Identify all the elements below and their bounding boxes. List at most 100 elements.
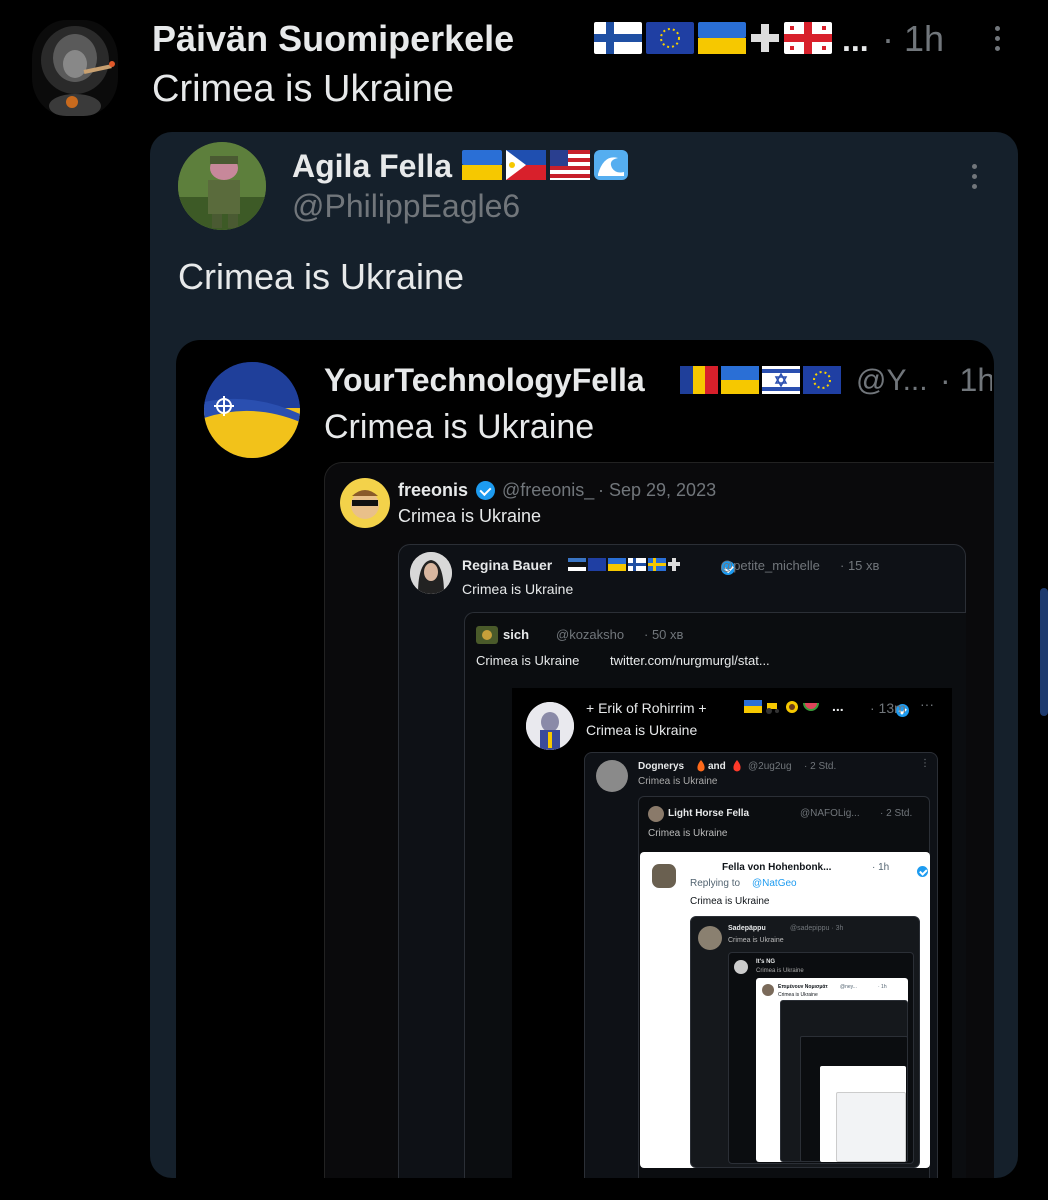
agila-avatar[interactable] xyxy=(178,142,266,230)
watermelon-icon xyxy=(803,702,819,711)
freeonis-handle[interactable]: @freeonis_ xyxy=(502,480,594,501)
lighthorse-text: Crimea is Ukraine xyxy=(648,828,728,839)
main-post-text: Crimea is Ukraine xyxy=(152,68,454,110)
erik-flags xyxy=(744,700,819,714)
nested-light-display-name[interactable]: Επιμένουν Νομισμάτ xyxy=(778,984,828,990)
lighthorse-avatar[interactable] xyxy=(648,806,664,822)
verified-icon xyxy=(476,481,495,500)
hohenbonk-replying-handle[interactable]: @NatGeo xyxy=(752,878,797,889)
yourtech-flags xyxy=(680,366,841,394)
lighthorse-handle[interactable]: @NAFOLig... xyxy=(800,808,860,819)
fire-icon xyxy=(697,760,705,772)
regina-flags xyxy=(568,558,680,571)
main-post-name-ellipsis: ... xyxy=(842,22,869,58)
regina-handle[interactable]: @petite_michelle xyxy=(720,558,820,573)
lighthorse-display-name[interactable]: Light Horse Fella xyxy=(668,808,749,819)
cross-icon xyxy=(751,24,779,52)
dognerys-name-suffix: and xyxy=(708,761,726,772)
dognerys-handle[interactable]: @2ug2ug xyxy=(748,761,792,772)
finland-flag xyxy=(628,558,646,571)
regina-avatar[interactable] xyxy=(410,552,452,594)
sich-link[interactable]: twitter.com/nurgmurgl/stat... xyxy=(610,653,770,668)
usa-flag xyxy=(550,150,590,180)
itsng-display-name[interactable]: It's NG xyxy=(756,959,775,965)
nato-ukraine-flag-icon xyxy=(204,362,300,458)
sunflower-icon xyxy=(786,701,798,713)
hohenbonk-time[interactable]: · 1h xyxy=(872,862,889,873)
dognerys-time[interactable]: · 2 Std. xyxy=(804,761,836,772)
sadepappu-text: Crimea is Ukraine xyxy=(728,937,784,944)
estonia-flag xyxy=(568,558,586,571)
regina-display-name[interactable]: Regina Bauer xyxy=(462,557,552,573)
israel-flag xyxy=(762,366,800,394)
regina-time[interactable]: · 15 хв xyxy=(840,558,879,573)
cross-icon xyxy=(668,558,680,571)
sweden-flag xyxy=(648,558,666,571)
erik-time[interactable]: · 13m xyxy=(870,700,906,716)
main-post-display-name[interactable]: Päivän Suomiperkele xyxy=(152,18,514,60)
nested-light-time[interactable]: · 1h xyxy=(878,984,887,990)
itsng-text: Crimea is Ukraine xyxy=(756,968,804,974)
wave-icon xyxy=(594,150,628,180)
erik-more-icon[interactable]: ··· xyxy=(920,696,934,712)
eu-flag xyxy=(588,558,606,571)
freeonis-text: Crimea is Ukraine xyxy=(398,506,542,526)
main-post-flags xyxy=(594,22,832,54)
tractor-icon xyxy=(766,703,779,714)
sich-text: Crimea is Ukraine xyxy=(476,653,580,668)
hohenbonk-avatar[interactable] xyxy=(652,864,676,888)
main-post-avatar[interactable] xyxy=(32,20,118,116)
freeonis-display-name[interactable]: freeonis xyxy=(398,480,468,501)
fire-icon xyxy=(733,760,741,772)
regina-text: Crimea is Ukraine xyxy=(462,581,574,597)
main-post-more-icon[interactable] xyxy=(995,26,1000,51)
sich-time[interactable]: · 50 хв xyxy=(644,627,683,642)
sich-avatar-icon xyxy=(476,626,498,644)
sadepappu-display-name[interactable]: Sadepäppu xyxy=(728,925,766,932)
eu-flag xyxy=(646,22,694,54)
yourtech-display-name[interactable]: YourTechnologyFella xyxy=(324,362,645,399)
quote-card-deep-4 xyxy=(836,1092,906,1162)
nested-light-handle[interactable]: @ney... xyxy=(840,984,857,990)
yourtech-text: Crimea is Ukraine xyxy=(324,408,595,446)
yourtech-time[interactable]: · 1h xyxy=(940,362,992,399)
dognerys-more-icon[interactable]: ⋮ xyxy=(920,758,930,769)
nested-light-text: Crimea is Ukraine xyxy=(778,992,818,998)
knight-icon xyxy=(526,702,574,750)
hohenbonk-text: Crimea is Ukraine xyxy=(690,896,770,907)
philippines-flag xyxy=(506,150,546,180)
romania-flag xyxy=(680,366,718,394)
hohenbonk-display-name[interactable]: Fella von Hohenbonk... xyxy=(722,862,831,873)
erik-text: Crimea is Ukraine xyxy=(586,722,698,738)
dognerys-display-name[interactable]: Dognerys xyxy=(638,761,684,772)
yourtech-avatar[interactable] xyxy=(204,362,300,458)
erik-display-name[interactable]: + Erik of Rohirrim + xyxy=(586,700,707,716)
dognerys-avatar[interactable] xyxy=(596,760,628,792)
cartoon-sunglasses-icon xyxy=(351,490,379,519)
ukraine-flag xyxy=(462,150,502,180)
sadepappu-avatar[interactable] xyxy=(698,926,722,950)
yourtech-handle[interactable]: @Y... xyxy=(856,364,928,398)
portrait-icon xyxy=(410,552,452,594)
freeonis-avatar[interactable] xyxy=(340,478,390,528)
agila-handle[interactable]: @PhilippEagle6 xyxy=(292,188,520,225)
sadepappu-handle[interactable]: @sadepippu · 3h xyxy=(790,925,843,932)
agila-more-icon[interactable] xyxy=(972,164,977,189)
scrollbar[interactable] xyxy=(1040,588,1048,716)
agila-text: Crimea is Ukraine xyxy=(178,256,465,297)
itsng-avatar[interactable] xyxy=(734,960,748,974)
nested-light-avatar[interactable] xyxy=(762,984,774,996)
ukraine-flag xyxy=(721,366,759,394)
hohenbonk-replying-prefix: Replying to xyxy=(690,878,741,889)
main-post-time[interactable]: · 1h xyxy=(882,18,944,60)
agila-display-name[interactable]: Agila Fella xyxy=(292,148,452,185)
sich-handle[interactable]: @kozaksho xyxy=(556,627,624,642)
lighthorse-time[interactable]: · 2 Std. xyxy=(880,808,912,819)
georgia-flag xyxy=(784,22,832,54)
sich-display-name[interactable]: sich xyxy=(503,627,529,642)
erik-avatar[interactable] xyxy=(526,702,574,750)
lion-icon xyxy=(41,26,115,116)
freeonis-time[interactable]: · Sep 29, 2023 xyxy=(598,480,716,501)
agila-flags xyxy=(462,150,628,180)
eu-flag xyxy=(803,366,841,394)
